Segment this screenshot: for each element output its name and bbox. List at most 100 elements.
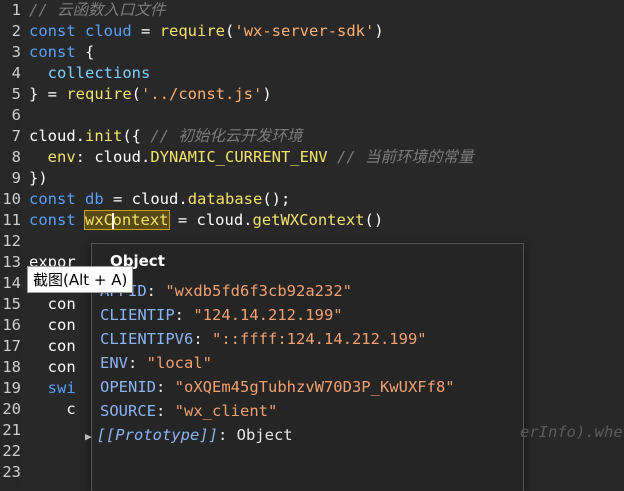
identifier: = cloud. (103, 190, 188, 208)
keyword: const (29, 22, 76, 40)
property-colon: : (174, 306, 194, 324)
code-line-3[interactable]: const { (29, 42, 94, 63)
string-literal: 'wx-server-sdk' (234, 22, 375, 40)
code-line-20[interactable]: c (29, 399, 76, 420)
code-comment: // 初始化云开发环境 (150, 127, 303, 145)
property-value: "local" (146, 354, 212, 372)
line-number: 4 (11, 64, 21, 82)
property-key: CLIENTIPV6 (100, 330, 194, 348)
code-line-16[interactable]: con (29, 315, 76, 336)
line-number: 10 (2, 190, 21, 208)
popup-property-row[interactable]: SOURCE: "wx_client" (100, 399, 277, 423)
code-line-18[interactable]: con (29, 357, 76, 378)
property-value: "wxdb5fd6f3cb92a232" (165, 282, 352, 300)
identifier-part: ontext (112, 211, 169, 229)
punctuation: { (75, 43, 95, 61)
line-number: 3 (11, 43, 21, 61)
code-line-17[interactable]: con (29, 336, 76, 357)
punctuation: () (364, 211, 384, 229)
expand-triangle-icon[interactable]: ▶ (85, 430, 92, 443)
string-literal: '../const.js' (141, 85, 263, 103)
punctuation: ) (374, 22, 384, 40)
prototype-value: Object (236, 426, 293, 444)
popup-property-row[interactable]: CLIENTIPV6: "::ffff:124.14.212.199" (100, 327, 427, 351)
operator: = (131, 22, 160, 40)
line-number: 5 (11, 85, 21, 103)
keyword: const (29, 211, 76, 229)
code-fragment: con (29, 358, 76, 376)
identifier: cloud (85, 22, 132, 40)
property-colon: : (156, 402, 175, 420)
popup-property-row[interactable]: ENV: "local" (100, 351, 212, 375)
popup-property-row[interactable]: OPENID: "oXQEm45gTubhzvW70D3P_KwUXFf8" (100, 375, 455, 399)
hovered-identifier[interactable]: wxContext (84, 210, 170, 230)
identifier: cloud. (29, 127, 85, 145)
punctuation: ( (131, 85, 141, 103)
property-colon: : (193, 330, 212, 348)
keyword: const (29, 190, 76, 208)
function-name: database (187, 190, 263, 208)
line-number: 23 (2, 463, 21, 481)
popup-property-row[interactable]: CLIENTIP: "124.14.212.199" (100, 303, 343, 327)
code-comment: // 云函数入口文件 (29, 1, 166, 19)
property-key: OPENID (100, 378, 156, 396)
prototype-row[interactable]: ▶ [[Prototype]]: Object (85, 423, 293, 449)
line-number: 12 (2, 232, 21, 250)
keyword: const (29, 43, 76, 61)
code-fragment: con (29, 337, 76, 355)
code-line-1[interactable]: // 云函数入口文件 (29, 0, 166, 21)
identifier: collections (47, 64, 151, 82)
property-key: ENV (100, 354, 128, 372)
line-number: 21 (2, 421, 21, 439)
line-number: 19 (2, 379, 21, 397)
punctuation: : cloud. (75, 148, 151, 166)
property-colon: : (217, 426, 237, 444)
punctuation: ) (262, 85, 272, 103)
property-colon: : (128, 354, 147, 372)
function-name: require (159, 22, 226, 40)
code-fragment-clipped: erInfo).whe (520, 423, 623, 441)
code-line-4[interactable]: collections (29, 63, 151, 84)
code-line-10[interactable]: const db = cloud.database(); (29, 189, 290, 210)
line-number: 22 (2, 442, 21, 460)
prototype-key: [[Prototype]] (96, 426, 218, 444)
line-number: 13 (2, 253, 21, 271)
punctuation: } = (29, 85, 67, 103)
code-fragment: swi (29, 379, 76, 397)
code-line-11[interactable]: const wxContext = cloud.getWXContext() (29, 210, 383, 231)
line-number: 2 (11, 22, 21, 40)
property-value: "wx_client" (174, 402, 278, 420)
identifier: = cloud. (168, 211, 253, 229)
function-name: getWXContext (252, 211, 365, 229)
constant: DYNAMIC_CURRENT_ENV (150, 148, 328, 166)
code-line-9[interactable]: }) (29, 168, 48, 189)
property-colon: : (156, 378, 175, 396)
identifier: db (85, 190, 104, 208)
identifier-part: wxC (85, 211, 114, 229)
code-line-15[interactable]: con (29, 294, 76, 315)
code-line-2[interactable]: const cloud = require('wx-server-sdk') (29, 21, 384, 42)
property-key: SOURCE (100, 402, 156, 420)
property-key: CLIENTIP (100, 306, 175, 324)
screenshot-shortcut-tooltip: 截图(Alt + A) (27, 266, 134, 293)
code-line-19[interactable]: swi (29, 378, 76, 399)
property-colon: : (146, 282, 166, 300)
line-number: 6 (11, 106, 21, 124)
function-name: require (66, 85, 132, 103)
property-value: "124.14.212.199" (193, 306, 343, 324)
punctuation: (); (262, 190, 291, 208)
code-line-7[interactable]: cloud.init({ // 初始化云开发环境 (29, 126, 302, 147)
line-number: 15 (2, 295, 21, 313)
popup-property-row[interactable]: APPID: "wxdb5fd6f3cb92a232" (100, 279, 352, 303)
line-number: 11 (2, 211, 21, 229)
code-line-5[interactable]: } = require('../const.js') (29, 84, 272, 105)
line-number: 1 (11, 1, 21, 19)
code-line-8[interactable]: env: cloud.DYNAMIC_CURRENT_ENV // 当前环境的常… (29, 147, 474, 168)
line-number: 7 (11, 127, 21, 145)
property-value: "::ffff:124.14.212.199" (212, 330, 427, 348)
code-comment: // 当前环境的常量 (327, 148, 474, 166)
property-value: "oXQEm45gTubhzvW70D3P_KwUXFf8" (174, 378, 455, 396)
punctuation: ({ (122, 127, 151, 145)
line-number: 20 (2, 400, 21, 418)
code-fragment: c (29, 400, 76, 418)
